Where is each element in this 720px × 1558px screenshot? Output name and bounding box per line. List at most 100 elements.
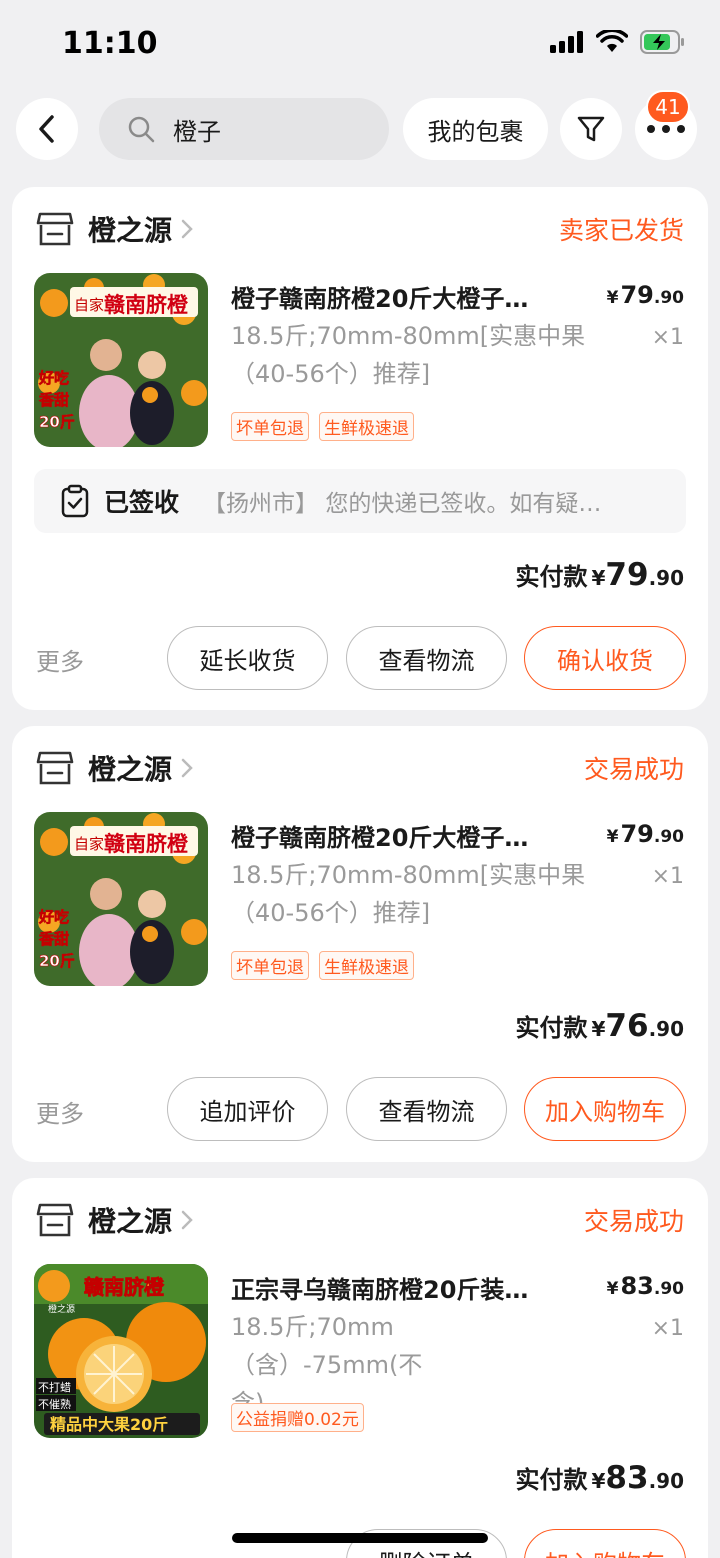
more-dots-icon <box>647 125 685 133</box>
service-tag: 生鲜极速退 <box>319 412 414 441</box>
filter-icon <box>577 116 605 142</box>
shop-name: 橙之源 <box>88 753 173 786</box>
logistics-message: 【扬州市】 您的快递已签收。如有疑… <box>203 491 602 517</box>
price-decimal: .90 <box>653 288 684 308</box>
shop-link[interactable]: 橙之源 <box>36 1200 194 1240</box>
my-packages-button[interactable]: 我的包裹 <box>403 98 548 160</box>
paid-integer: 79 <box>605 557 649 593</box>
status-icons <box>550 30 686 54</box>
image-caption: 精品中大果20斤 <box>50 1415 168 1434</box>
logistics-status: 已签收 <box>104 488 180 517</box>
confirm-receipt-button[interactable]: 确认收货 <box>524 626 686 690</box>
store-icon <box>36 751 74 785</box>
product-title[interactable]: 橙子赣南脐橙20斤大橙子… <box>231 818 581 853</box>
extend-receipt-button[interactable]: 延长收货 <box>167 626 328 690</box>
price-integer: 79 <box>620 281 654 309</box>
service-tags: 坏单包退 生鲜极速退 <box>231 951 414 980</box>
product-title[interactable]: 橙子赣南脐橙20斤大橙子… <box>231 279 581 314</box>
order-status: 交易成功 <box>583 755 684 784</box>
view-logistics-button[interactable]: 查看物流 <box>346 1077 507 1141</box>
price-integer: 83 <box>620 1272 654 1300</box>
product-price: ¥83.90 <box>606 1272 684 1300</box>
message-count-badge: 41 <box>646 90 690 124</box>
paid-amount: 实付款 ¥ 76 .90 <box>515 1008 685 1044</box>
product-image[interactable]: 橙之源 赣南脐橙 不打蜡 不催熟 精品中大果20斤 <box>34 1264 208 1438</box>
back-button[interactable] <box>16 98 78 160</box>
add-review-button[interactable]: 追加评价 <box>167 1077 328 1141</box>
image-caption: 好吃 <box>38 908 69 926</box>
more-link[interactable]: 更多 <box>36 1094 84 1129</box>
order-card: 橙之源 卖家已发货 自家 赣南脐橙 好吃 香甜 20斤 橙子赣南脐橙20斤大橙子… <box>12 187 708 710</box>
image-caption: 20斤 <box>39 413 75 431</box>
view-logistics-button[interactable]: 查看物流 <box>346 626 507 690</box>
product-image[interactable]: 自家 赣南脐橙 好吃 香甜 20斤 <box>34 812 208 986</box>
product-quantity: ×1 <box>651 864 684 889</box>
product-image[interactable]: 自家 赣南脐橙 好吃 香甜 20斤 <box>34 273 208 447</box>
paid-amount: 实付款 ¥ 79 .90 <box>515 557 685 593</box>
status-time: 11:10 <box>62 26 158 61</box>
top-bar: 橙子 我的包裹 41 <box>0 90 720 162</box>
clipboard-check-icon <box>61 484 89 518</box>
service-tag: 公益捐赠0.02元 <box>231 1403 364 1432</box>
add-to-cart-button[interactable]: 加入购物车 <box>524 1077 686 1141</box>
order-status: 交易成功 <box>583 1207 684 1236</box>
image-caption: 香甜 <box>39 391 69 409</box>
store-icon <box>36 1203 74 1237</box>
more-link[interactable]: 更多 <box>36 642 84 677</box>
signal-icon <box>550 31 583 53</box>
shop-name: 橙之源 <box>88 214 173 247</box>
service-tag: 坏单包退 <box>231 951 309 980</box>
image-caption: 赣南脐橙 <box>104 293 189 317</box>
chevron-right-icon <box>181 1210 193 1230</box>
service-tag: 坏单包退 <box>231 412 309 441</box>
image-caption: 自家 <box>74 835 104 853</box>
order-status: 卖家已发货 <box>558 216 684 245</box>
paid-decimal: .90 <box>648 1017 684 1041</box>
paid-integer: 76 <box>605 1008 649 1044</box>
service-tags: 公益捐赠0.02元 <box>231 1403 364 1432</box>
image-caption: 自家 <box>74 296 104 314</box>
search-query: 橙子 <box>173 117 221 146</box>
paid-integer: 83 <box>605 1460 649 1496</box>
store-icon <box>36 212 74 246</box>
paid-label: 实付款 <box>515 563 588 591</box>
product-spec: 18.5斤;70mm-80mm[实惠中果（40-56个）推荐] <box>231 322 586 388</box>
image-caption: 不打蜡 <box>38 1380 71 1394</box>
paid-decimal: .90 <box>648 566 684 590</box>
filter-button[interactable] <box>560 98 622 160</box>
shop-name: 橙之源 <box>88 1205 173 1238</box>
logistics-summary[interactable]: 已签收 【扬州市】 您的快递已签收。如有疑… <box>34 469 686 533</box>
paid-label: 实付款 <box>515 1014 588 1042</box>
product-price: ¥79.90 <box>606 820 684 848</box>
image-caption: 香甜 <box>39 930 69 948</box>
add-to-cart-button[interactable]: 加入购物车 <box>524 1529 686 1558</box>
price-integer: 79 <box>620 820 654 848</box>
price-decimal: .90 <box>653 1279 684 1299</box>
chevron-left-icon <box>39 115 54 143</box>
paid-decimal: .90 <box>648 1469 684 1493</box>
order-card: 橙之源 交易成功 橙之源 赣南脐橙 不打蜡 不催熟 精品中大果20斤 正宗寻乌赣… <box>12 1178 708 1558</box>
chevron-right-icon <box>181 219 193 239</box>
home-indicator <box>232 1533 488 1543</box>
price-decimal: .90 <box>653 827 684 847</box>
image-caption: 赣南脐橙 <box>104 832 189 856</box>
image-caption: 橙之源 <box>48 1303 75 1315</box>
image-caption: 赣南脐橙 <box>84 1275 165 1299</box>
search-icon <box>128 116 155 143</box>
search-input[interactable]: 橙子 <box>99 98 389 160</box>
paid-amount: 实付款 ¥ 83 .90 <box>515 1460 685 1496</box>
product-title[interactable]: 正宗寻乌赣南脐橙20斤装… <box>231 1270 581 1305</box>
service-tag: 生鲜极速退 <box>319 951 414 980</box>
image-caption: 20斤 <box>39 952 75 970</box>
image-caption: 不催熟 <box>38 1397 71 1411</box>
shop-link[interactable]: 橙之源 <box>36 748 194 788</box>
order-card: 橙之源 交易成功 自家 赣南脐橙 好吃 香甜 20斤 橙子赣南脐橙20斤大橙子…… <box>12 726 708 1162</box>
shop-link[interactable]: 橙之源 <box>36 209 194 249</box>
product-quantity: ×1 <box>651 325 684 350</box>
battery-icon <box>640 30 684 54</box>
image-caption: 好吃 <box>38 369 69 387</box>
chevron-right-icon <box>181 758 193 778</box>
paid-label: 实付款 <box>515 1466 588 1494</box>
status-bar: 11:10 <box>0 0 720 90</box>
wifi-icon <box>596 30 628 52</box>
